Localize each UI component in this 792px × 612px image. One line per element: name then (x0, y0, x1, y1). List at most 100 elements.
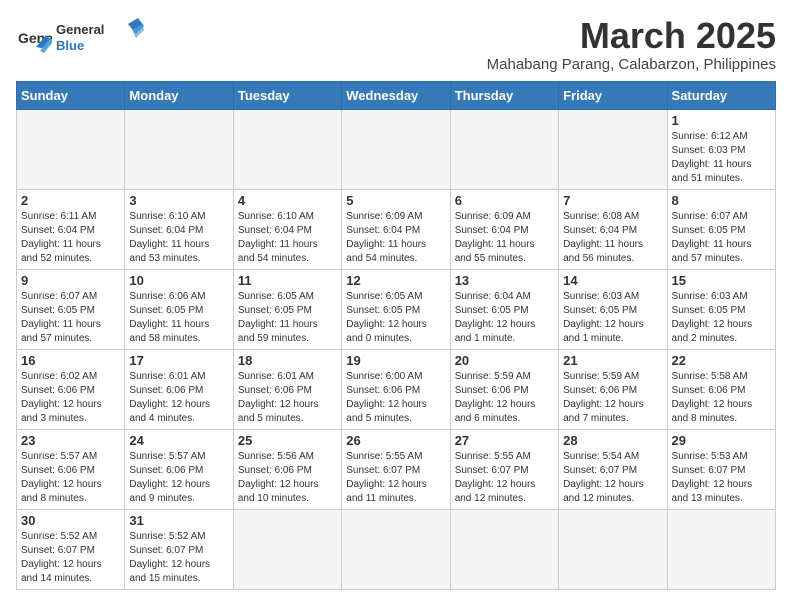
day-info: Sunrise: 6:00 AM Sunset: 6:06 PM Dayligh… (346, 370, 445, 426)
day-number: 16 (21, 353, 120, 368)
month-title: March 2025 (487, 16, 776, 56)
day-number: 24 (129, 433, 228, 448)
day-cell (559, 509, 667, 589)
day-number: 20 (455, 353, 554, 368)
day-cell: 24Sunrise: 5:57 AM Sunset: 6:06 PM Dayli… (125, 429, 233, 509)
day-cell: 16 Sunrise: 6:02 AM Sunset: 6:06 PM Dayli… (17, 349, 125, 429)
day-cell: 29 Sunrise: 5:53 AM Sunset: 6:07 PM Dayli… (667, 429, 775, 509)
day-number: 12 (346, 273, 445, 288)
day-info: Sunrise: 6:09 AM Sunset: 6:04 PM Dayligh… (346, 210, 445, 266)
day-cell: 27 Sunrise: 5:55 AM Sunset: 6:07 PM Dayli… (450, 429, 558, 509)
day-cell: 23Sunrise: 5:57 AM Sunset: 6:06 PM Dayli… (17, 429, 125, 509)
day-number: 13 (455, 273, 554, 288)
day-cell: 8 Sunrise: 6:07 AM Sunset: 6:05 PM Daylig… (667, 189, 775, 269)
day-cell: 7Sunrise: 6:08 AM Sunset: 6:04 PM Daylig… (559, 189, 667, 269)
day-info: Sunrise: 6:01 AM Sunset: 6:06 PM Dayligh… (129, 370, 228, 426)
calendar-table: SundayMondayTuesdayWednesdayThursdayFrid… (16, 81, 776, 590)
day-info: Sunrise: 6:01 AM Sunset: 6:06 PM Dayligh… (238, 370, 337, 426)
day-info: Sunrise: 6:11 AM Sunset: 6:04 PM Dayligh… (21, 210, 120, 266)
day-cell (450, 109, 558, 189)
day-info: Sunrise: 6:07 AM Sunset: 6:05 PM Dayligh… (672, 210, 771, 266)
day-info: Sunrise: 6:05 AM Sunset: 6:05 PM Dayligh… (346, 290, 445, 346)
col-header-friday: Friday (559, 81, 667, 109)
day-cell (667, 509, 775, 589)
day-number: 29 (672, 433, 771, 448)
week-row-6: 30 Sunrise: 5:52 AM Sunset: 6:07 PM Dayli… (17, 509, 776, 589)
col-header-saturday: Saturday (667, 81, 775, 109)
day-cell: 14 Sunrise: 6:03 AM Sunset: 6:05 PM Dayli… (559, 269, 667, 349)
day-number: 19 (346, 353, 445, 368)
day-cell: 19 Sunrise: 6:00 AM Sunset: 6:06 PM Dayli… (342, 349, 450, 429)
day-cell: 9 Sunrise: 6:07 AM Sunset: 6:05 PM Daylig… (17, 269, 125, 349)
svg-text:General: General (56, 22, 104, 37)
day-info: Sunrise: 5:54 AM Sunset: 6:07 PM Dayligh… (563, 450, 662, 506)
day-cell (233, 109, 341, 189)
day-cell: 5Sunrise: 6:09 AM Sunset: 6:04 PM Daylig… (342, 189, 450, 269)
day-cell: 21Sunrise: 5:59 AM Sunset: 6:06 PM Dayli… (559, 349, 667, 429)
day-cell: 1Sunrise: 6:12 AM Sunset: 6:03 PM Daylig… (667, 109, 775, 189)
location-subtitle: Mahabang Parang, Calabarzon, Philippines (487, 56, 776, 73)
day-number: 21 (563, 353, 662, 368)
day-info: Sunrise: 5:52 AM Sunset: 6:07 PM Dayligh… (21, 530, 120, 586)
week-row-4: 16 Sunrise: 6:02 AM Sunset: 6:06 PM Dayli… (17, 349, 776, 429)
day-cell (125, 109, 233, 189)
day-number: 23 (21, 433, 120, 448)
day-cell (17, 109, 125, 189)
week-row-5: 23Sunrise: 5:57 AM Sunset: 6:06 PM Dayli… (17, 429, 776, 509)
day-cell: 6 Sunrise: 6:09 AM Sunset: 6:04 PM Daylig… (450, 189, 558, 269)
day-info: Sunrise: 6:12 AM Sunset: 6:03 PM Dayligh… (672, 130, 771, 186)
day-cell: 11 Sunrise: 6:05 AM Sunset: 6:05 PM Dayli… (233, 269, 341, 349)
day-cell: 12 Sunrise: 6:05 AM Sunset: 6:05 PM Dayli… (342, 269, 450, 349)
page-header: General General Blue March 2025 Mahabang… (16, 16, 776, 73)
day-cell (342, 109, 450, 189)
day-number: 10 (129, 273, 228, 288)
day-cell: 4Sunrise: 6:10 AM Sunset: 6:04 PM Daylig… (233, 189, 341, 269)
svg-text:Blue: Blue (56, 38, 84, 53)
day-number: 8 (672, 193, 771, 208)
day-number: 27 (455, 433, 554, 448)
day-info: Sunrise: 6:05 AM Sunset: 6:05 PM Dayligh… (238, 290, 337, 346)
day-number: 3 (129, 193, 228, 208)
day-cell: 10 Sunrise: 6:06 AM Sunset: 6:05 PM Dayli… (125, 269, 233, 349)
day-number: 17 (129, 353, 228, 368)
day-info: Sunrise: 6:04 AM Sunset: 6:05 PM Dayligh… (455, 290, 554, 346)
day-number: 6 (455, 193, 554, 208)
day-info: Sunrise: 5:52 AM Sunset: 6:07 PM Dayligh… (129, 530, 228, 586)
day-number: 25 (238, 433, 337, 448)
day-cell: 17 Sunrise: 6:01 AM Sunset: 6:06 PM Dayli… (125, 349, 233, 429)
day-info: Sunrise: 5:58 AM Sunset: 6:06 PM Dayligh… (672, 370, 771, 426)
day-number: 9 (21, 273, 120, 288)
col-header-monday: Monday (125, 81, 233, 109)
day-cell (342, 509, 450, 589)
day-number: 30 (21, 513, 120, 528)
col-header-tuesday: Tuesday (233, 81, 341, 109)
day-number: 18 (238, 353, 337, 368)
day-number: 11 (238, 273, 337, 288)
day-cell: 20Sunrise: 5:59 AM Sunset: 6:06 PM Dayli… (450, 349, 558, 429)
day-info: Sunrise: 6:06 AM Sunset: 6:05 PM Dayligh… (129, 290, 228, 346)
day-number: 26 (346, 433, 445, 448)
day-number: 2 (21, 193, 120, 208)
day-info: Sunrise: 6:07 AM Sunset: 6:05 PM Dayligh… (21, 290, 120, 346)
day-cell: 15Sunrise: 6:03 AM Sunset: 6:05 PM Dayli… (667, 269, 775, 349)
day-cell (559, 109, 667, 189)
day-info: Sunrise: 5:55 AM Sunset: 6:07 PM Dayligh… (346, 450, 445, 506)
day-info: Sunrise: 6:02 AM Sunset: 6:06 PM Dayligh… (21, 370, 120, 426)
day-info: Sunrise: 5:55 AM Sunset: 6:07 PM Dayligh… (455, 450, 554, 506)
day-cell: 25 Sunrise: 5:56 AM Sunset: 6:06 PM Dayli… (233, 429, 341, 509)
day-cell (450, 509, 558, 589)
col-header-thursday: Thursday (450, 81, 558, 109)
day-cell: 18 Sunrise: 6:01 AM Sunset: 6:06 PM Dayli… (233, 349, 341, 429)
day-number: 4 (238, 193, 337, 208)
week-row-3: 9 Sunrise: 6:07 AM Sunset: 6:05 PM Daylig… (17, 269, 776, 349)
day-info: Sunrise: 6:03 AM Sunset: 6:05 PM Dayligh… (563, 290, 662, 346)
day-number: 14 (563, 273, 662, 288)
day-info: Sunrise: 6:08 AM Sunset: 6:04 PM Dayligh… (563, 210, 662, 266)
logo-icon: General (16, 21, 52, 57)
day-info: Sunrise: 5:56 AM Sunset: 6:06 PM Dayligh… (238, 450, 337, 506)
day-cell: 22 Sunrise: 5:58 AM Sunset: 6:06 PM Dayli… (667, 349, 775, 429)
day-info: Sunrise: 5:53 AM Sunset: 6:07 PM Dayligh… (672, 450, 771, 506)
day-number: 22 (672, 353, 771, 368)
col-header-wednesday: Wednesday (342, 81, 450, 109)
day-info: Sunrise: 6:09 AM Sunset: 6:04 PM Dayligh… (455, 210, 554, 266)
